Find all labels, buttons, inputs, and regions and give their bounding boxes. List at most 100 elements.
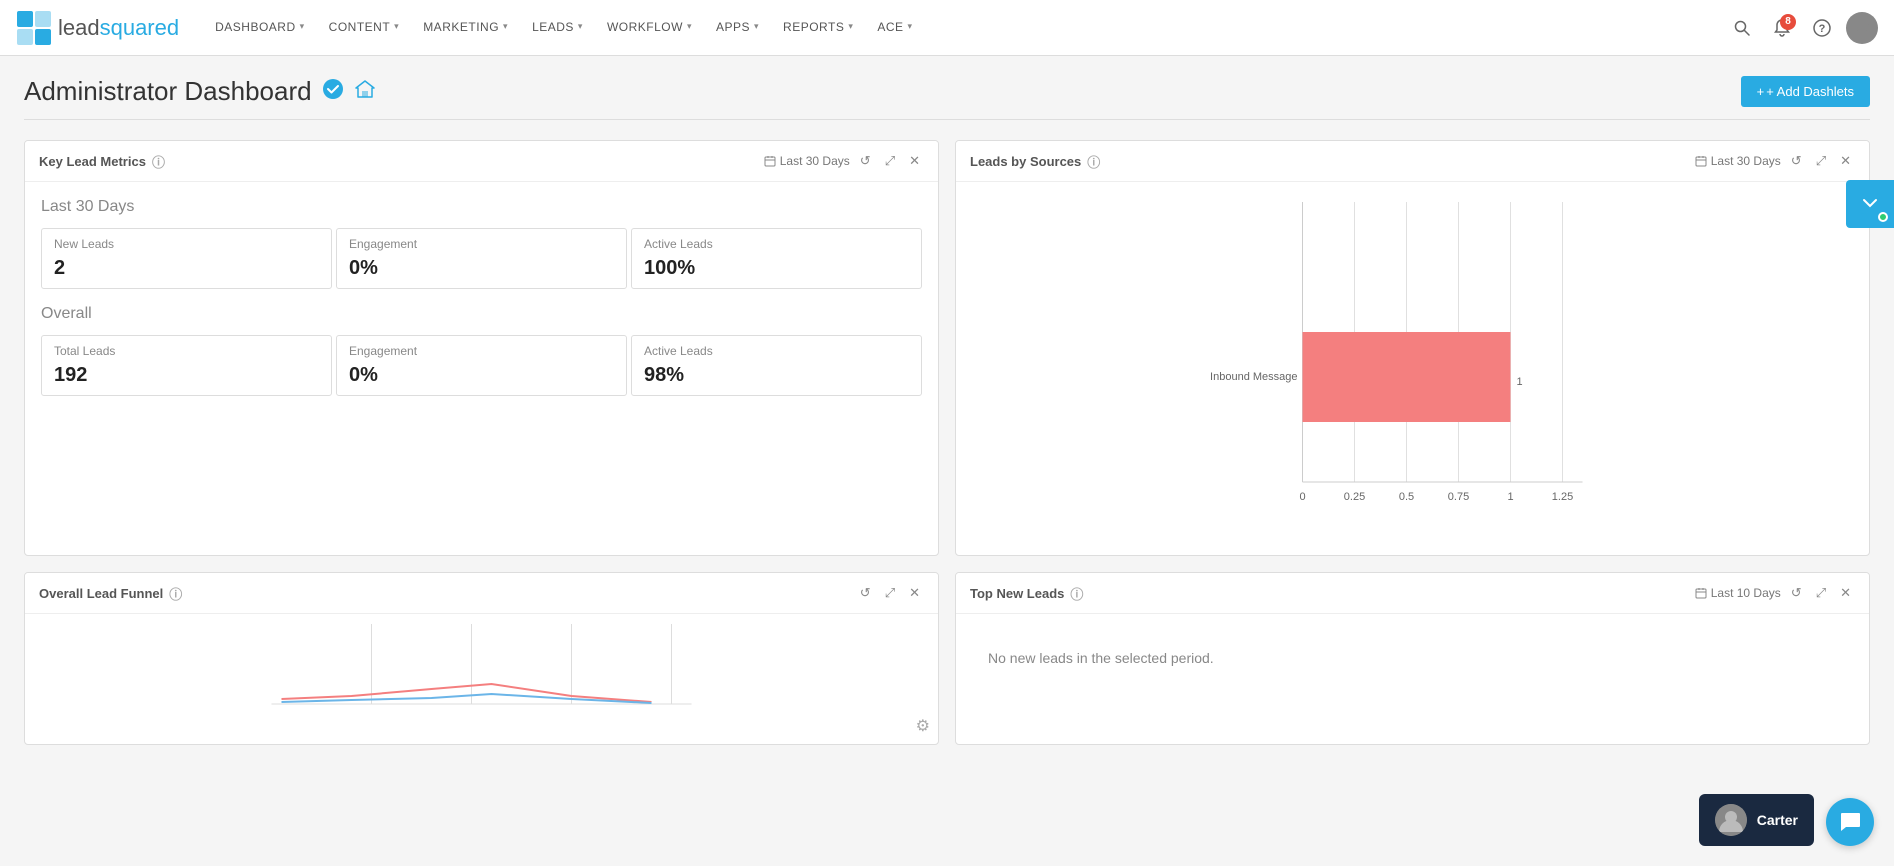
klm-engagement-overall: Engagement 0% — [336, 335, 627, 396]
klm-active-leads-overall-label: Active Leads — [644, 344, 909, 358]
dashboard-grid: Key Lead Metrics ⓘ Last 30 Days ↺ ⤢ ✕ La… — [24, 140, 1870, 745]
refresh-button-tnl[interactable]: ↺ — [1787, 583, 1806, 603]
page-header: Administrator Dashboard + + Add Dashlets — [24, 76, 1870, 120]
online-dot — [1878, 212, 1888, 222]
info-icon-tnl[interactable]: ⓘ — [1070, 584, 1083, 603]
page-title-row: Administrator Dashboard — [24, 76, 376, 107]
klm-active-leads-30-value: 100% — [644, 257, 909, 280]
no-data-message: No new leads in the selected period. — [972, 630, 1853, 686]
nav-marketing[interactable]: MARKETING ▾ — [411, 0, 520, 56]
klm-active-leads-30-label: Active Leads — [644, 237, 909, 251]
bar-inbound-message — [1303, 332, 1511, 422]
widget-body-lbs: Inbound Message 1 0 0.25 0.5 0.75 1 1.25 — [956, 182, 1869, 555]
chat-bubble-button[interactable] — [1826, 798, 1874, 846]
nav-leads[interactable]: LEADS ▾ — [520, 0, 595, 56]
logo-squared: squared — [100, 15, 180, 40]
date-range-lbs[interactable]: Last 30 Days — [1695, 154, 1781, 168]
expand-button-lbs[interactable]: ⤢ — [1812, 151, 1830, 171]
widget-controls-lbs: Last 30 Days ↺ ⤢ ✕ — [1695, 151, 1855, 171]
add-dashlets-button[interactable]: + + Add Dashlets — [1741, 76, 1870, 107]
info-icon-lbs[interactable]: ⓘ — [1087, 152, 1100, 171]
chevron-down-icon: ▾ — [578, 21, 583, 32]
logo[interactable]: leadsquared — [16, 10, 179, 46]
search-button[interactable] — [1726, 12, 1758, 44]
widget-title-lbs-label: Leads by Sources — [970, 154, 1081, 169]
nav-reports[interactable]: REPORTS ▾ — [771, 0, 865, 56]
overall-lead-funnel-widget: Overall Lead Funnel ⓘ ↺ ⤢ ✕ ⚙ — [24, 572, 939, 745]
nav-ace[interactable]: ACE ▾ — [865, 0, 924, 56]
chart-y-label: Inbound Message — [1210, 371, 1297, 383]
refresh-button-lbs[interactable]: ↺ — [1787, 151, 1806, 171]
close-button-lbs[interactable]: ✕ — [1836, 151, 1855, 171]
widget-header-tnl: Top New Leads ⓘ Last 10 Days ↺ ⤢ ✕ — [956, 573, 1869, 614]
widget-title-olf-label: Overall Lead Funnel — [39, 586, 163, 601]
leads-by-sources-chart: Inbound Message 1 0 0.25 0.5 0.75 1 1.25 — [966, 192, 1859, 532]
gear-icon[interactable]: ⚙ — [916, 716, 930, 736]
nav-items: DASHBOARD ▾ CONTENT ▾ MARKETING ▾ LEADS … — [203, 0, 1726, 56]
widget-controls-olf: ↺ ⤢ ✕ — [856, 583, 924, 603]
widget-title-klm: Key Lead Metrics ⓘ — [39, 152, 165, 171]
chevron-down-icon: ▾ — [300, 21, 305, 32]
klm-new-leads-value: 2 — [54, 257, 319, 280]
svg-text:1: 1 — [1507, 491, 1513, 503]
expand-button-olf[interactable]: ⤢ — [881, 583, 899, 603]
notification-badge: 8 — [1780, 14, 1796, 30]
home-icon[interactable] — [354, 78, 376, 105]
svg-text:0.25: 0.25 — [1344, 491, 1365, 503]
nav-content[interactable]: CONTENT ▾ — [317, 0, 412, 56]
klm-overall-label: Overall — [41, 305, 922, 323]
plus-icon: + — [1757, 84, 1765, 99]
key-lead-metrics-widget: Key Lead Metrics ⓘ Last 30 Days ↺ ⤢ ✕ La… — [24, 140, 939, 556]
chevron-down-icon: ▾ — [687, 21, 692, 32]
user-avatar[interactable] — [1846, 12, 1878, 44]
carter-name: Carter — [1757, 812, 1798, 828]
klm-30days-row: New Leads 2 Engagement 0% Active Leads 1… — [41, 228, 922, 289]
svg-text:1.25: 1.25 — [1552, 491, 1573, 503]
klm-active-leads-30: Active Leads 100% — [631, 228, 922, 289]
chart-bar-value: 1 — [1517, 376, 1523, 388]
right-panel-chat[interactable] — [1846, 180, 1894, 228]
date-range-tnl[interactable]: Last 10 Days — [1695, 586, 1781, 600]
widget-header-lbs: Leads by Sources ⓘ Last 30 Days ↺ ⤢ ✕ — [956, 141, 1869, 182]
widget-controls-tnl: Last 10 Days ↺ ⤢ ✕ — [1695, 583, 1855, 603]
right-panel — [1846, 180, 1894, 230]
notifications-button[interactable]: 8 — [1766, 12, 1798, 44]
carter-avatar — [1715, 804, 1747, 836]
widget-controls-klm: Last 30 Days ↺ ⤢ ✕ — [764, 151, 924, 171]
date-range-klm[interactable]: Last 30 Days — [764, 154, 850, 168]
close-button-tnl[interactable]: ✕ — [1836, 583, 1855, 603]
widget-body-olf: ⚙ — [25, 614, 938, 744]
nav-workflow[interactable]: WORKFLOW ▾ — [595, 0, 704, 56]
verified-icon — [322, 78, 344, 105]
expand-button-tnl[interactable]: ⤢ — [1812, 583, 1830, 603]
refresh-button-klm[interactable]: ↺ — [856, 151, 875, 171]
svg-text:0.75: 0.75 — [1448, 491, 1469, 503]
klm-new-leads: New Leads 2 — [41, 228, 332, 289]
klm-engagement-overall-label: Engagement — [349, 344, 614, 358]
klm-total-leads-label: Total Leads — [54, 344, 319, 358]
close-button-olf[interactable]: ✕ — [905, 583, 924, 603]
carter-chat-box[interactable]: Carter — [1699, 794, 1814, 846]
logo-lead: lead — [58, 15, 100, 40]
info-icon-olf[interactable]: ⓘ — [169, 584, 182, 603]
refresh-button-olf[interactable]: ↺ — [856, 583, 875, 603]
klm-overall-row: Total Leads 192 Engagement 0% Active Lea… — [41, 335, 922, 396]
leads-by-sources-widget: Leads by Sources ⓘ Last 30 Days ↺ ⤢ ✕ — [955, 140, 1870, 556]
close-button-klm[interactable]: ✕ — [905, 151, 924, 171]
widget-title-tnl-label: Top New Leads — [970, 586, 1064, 601]
klm-engagement-30-label: Engagement — [349, 237, 614, 251]
klm-engagement-overall-value: 0% — [349, 364, 614, 387]
help-button[interactable]: ? — [1806, 12, 1838, 44]
nav-dashboard[interactable]: DASHBOARD ▾ — [203, 0, 317, 56]
widget-title-olf: Overall Lead Funnel ⓘ — [39, 584, 182, 603]
widget-header-olf: Overall Lead Funnel ⓘ ↺ ⤢ ✕ — [25, 573, 938, 614]
klm-total-leads: Total Leads 192 — [41, 335, 332, 396]
widget-title-lbs: Leads by Sources ⓘ — [970, 152, 1100, 171]
klm-active-leads-overall-value: 98% — [644, 364, 909, 387]
navbar: leadsquared DASHBOARD ▾ CONTENT ▾ MARKET… — [0, 0, 1894, 56]
nav-apps[interactable]: APPS ▾ — [704, 0, 771, 56]
expand-button-klm[interactable]: ⤢ — [881, 151, 899, 171]
svg-text:0: 0 — [1299, 491, 1305, 503]
klm-new-leads-label: New Leads — [54, 237, 319, 251]
info-icon[interactable]: ⓘ — [152, 152, 165, 171]
